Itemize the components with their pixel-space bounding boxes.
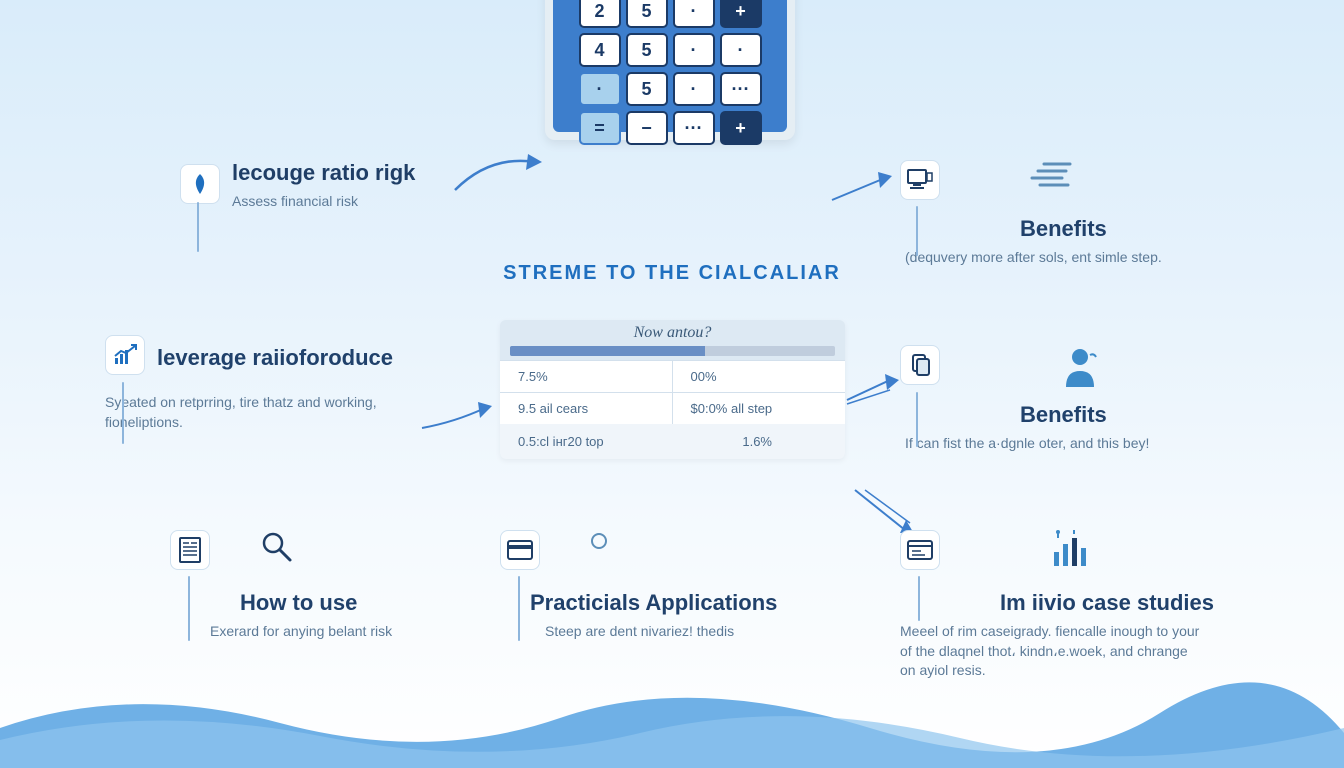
block-title: Benefits (1020, 216, 1280, 242)
table-cell: 9.5 ail cears (500, 392, 673, 424)
block-title: Practicials Applications (530, 590, 830, 616)
connector-line (916, 392, 918, 447)
wave-footer (0, 678, 1344, 768)
circle-icon (590, 532, 608, 576)
window-icon (900, 530, 940, 570)
connector-line (916, 206, 918, 256)
calc-key: 2 (579, 0, 621, 28)
calc-key: 5 (626, 0, 668, 28)
table-header: Now antou? (500, 320, 845, 344)
block-title: leverage raiioforoduce (157, 345, 393, 371)
calc-key-equals: = (579, 111, 621, 145)
tagline-heading: STREME TO THE CIALCALIAR (0, 262, 1344, 285)
calc-key-dots: ··· (720, 72, 762, 106)
card-icon (500, 530, 540, 570)
block-case-studies: Im iivio case studies Meeel of rim casei… (900, 530, 1260, 681)
block-subtitle: Assess financial risk (180, 192, 480, 212)
documents-icon (900, 345, 940, 385)
table-cell: 0.5:cl інг20 top (518, 434, 604, 449)
block-subtitle: Meeel of rim caseigrady. fiencalle inoug… (900, 622, 1200, 681)
connector-line (518, 576, 520, 641)
table-cell: $0:0% all step (673, 392, 846, 424)
speed-lines-icon (1030, 160, 1074, 193)
calc-key: · (673, 72, 715, 106)
table-cell: 1.6% (742, 434, 827, 449)
document-lines-icon (170, 530, 210, 570)
calc-key-plus: + (720, 111, 762, 145)
monitor-icon (900, 160, 940, 200)
block-title: Im iivio case studies (1000, 590, 1260, 616)
arrow-icon (845, 370, 905, 410)
connector-line (188, 576, 190, 641)
block-benefits-top: Benefits (dequvery more after sols, ent … (900, 160, 1280, 268)
block-subtitle: Steep are dent nivariez! thedis (545, 622, 830, 642)
calc-key-plus: + (720, 0, 762, 28)
calc-key: 5 (626, 72, 668, 106)
arrow-icon (450, 150, 550, 200)
connector-line (122, 382, 124, 444)
block-subtitle: Syeated on retprring, tire thatz and wor… (105, 393, 405, 432)
magnifier-icon (260, 530, 294, 576)
connector-line (918, 576, 920, 621)
block-howto: How to use Exerard for anying belant ris… (170, 530, 450, 642)
connector-line (197, 202, 199, 252)
block-subtitle: Exerard for anying belant risk (210, 622, 450, 642)
block-title: lecouge ratio rigk (180, 160, 480, 186)
chart-growth-icon (105, 335, 145, 375)
calc-key: · (673, 0, 715, 28)
progress-bar (510, 346, 835, 356)
calc-key: · (673, 33, 715, 67)
block-benefits-mid: Benefits If can fist the a·dgnle oter, a… (900, 345, 1290, 454)
table-cell: 00% (673, 360, 846, 392)
block-leverage: leverage raiioforoduce Syeated on retprr… (105, 335, 435, 432)
calc-key: 5 (626, 33, 668, 67)
calc-key: · (579, 72, 621, 106)
block-subtitle: If can fist the a·dgnle oter, and this b… (905, 434, 1285, 454)
arrow-icon (830, 170, 900, 210)
calc-key-minus: − (626, 111, 668, 145)
calc-key: · (720, 33, 762, 67)
block-practical: Practicials Applications Steep are dent … (500, 530, 830, 642)
bars-up-icon (1050, 530, 1092, 576)
calculator-illustration: 2 5 · + 4 5 · · · 5 · ··· = − ··· + (545, 0, 795, 140)
table-footer-row: 0.5:cl інг20 top 1.6% (500, 424, 845, 459)
leaf-icon (180, 164, 220, 204)
block-risk: lecouge ratio rigk Assess financial risk (180, 160, 480, 212)
block-title: Benefits (1020, 402, 1290, 428)
table-cell: 7.5% (500, 360, 673, 392)
block-title: How to use (240, 590, 450, 616)
ratio-table: Now antou? 7.5% 00% 9.5 ail cears $0:0% … (500, 320, 845, 459)
calc-key-dots: ··· (673, 111, 715, 145)
calc-key: 4 (579, 33, 621, 67)
arrow-icon (420, 400, 500, 440)
person-icon (1060, 345, 1100, 392)
